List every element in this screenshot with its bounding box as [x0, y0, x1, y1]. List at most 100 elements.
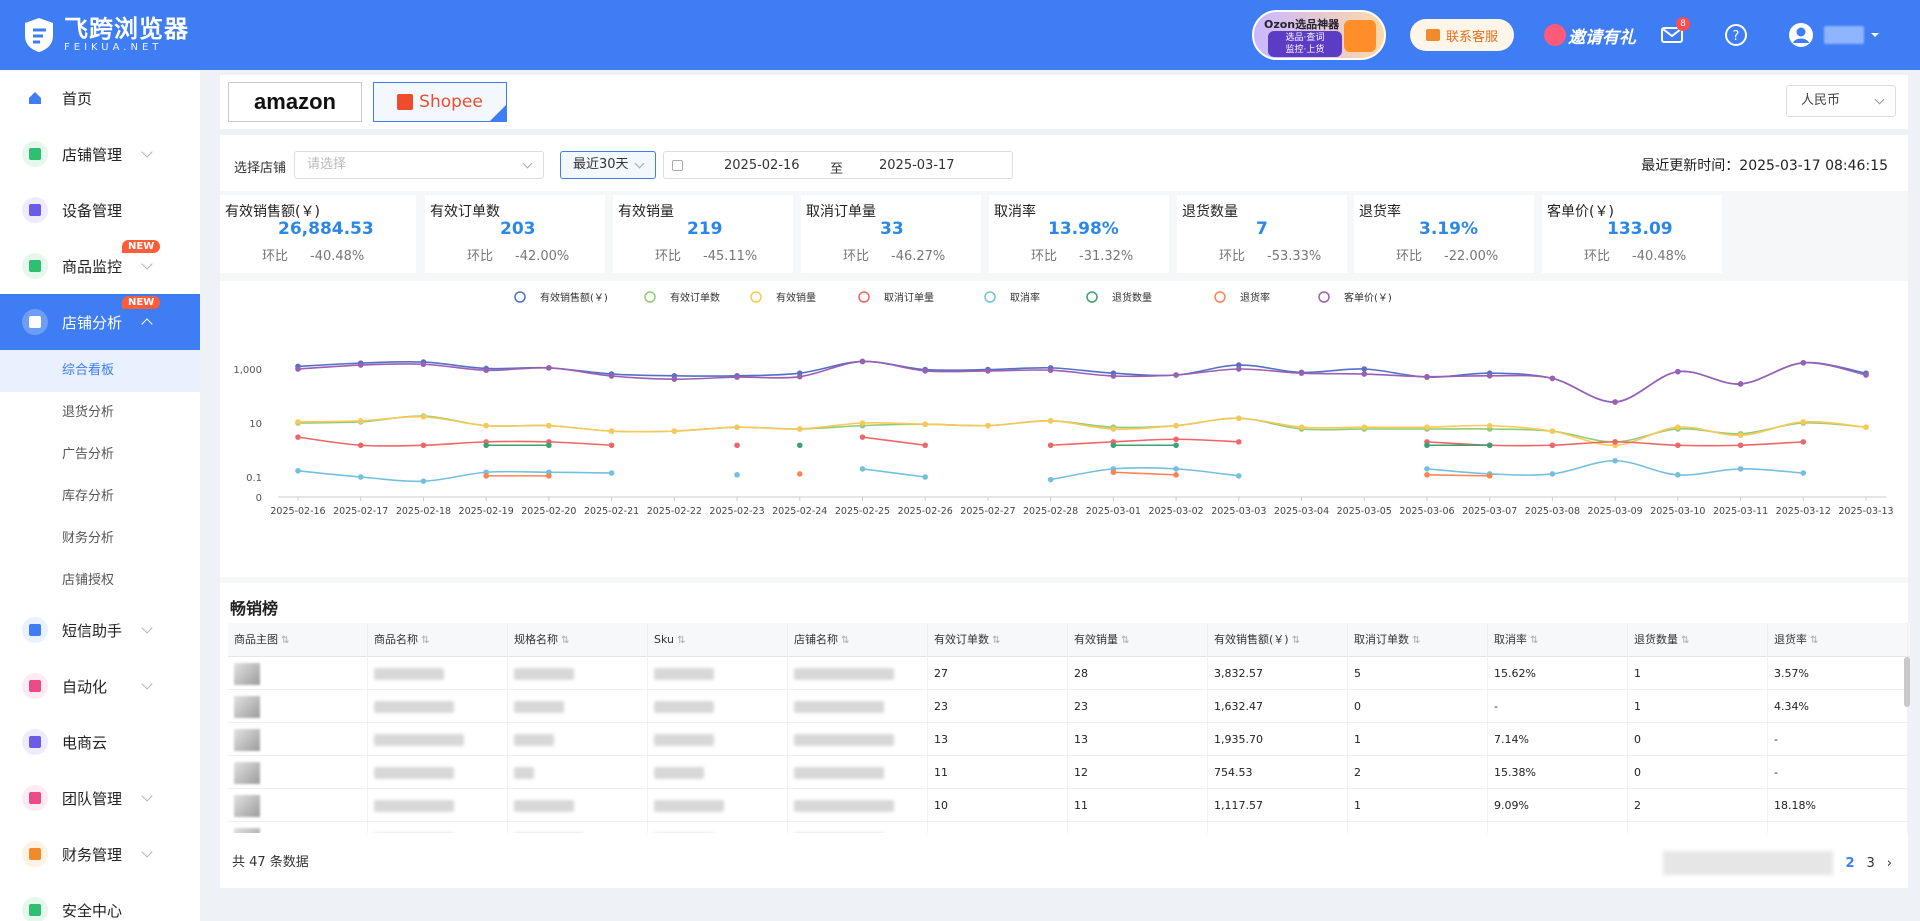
- redacted-cell: [648, 690, 788, 723]
- platform-tab-amazon[interactable]: amazon: [228, 82, 362, 122]
- sidebar-subitem-inventory[interactable]: 库存分析: [0, 476, 200, 518]
- legend-marker: [1086, 291, 1098, 303]
- table-cell: 0: [1628, 756, 1768, 789]
- data-point: [1549, 375, 1556, 382]
- date-range-select[interactable]: 最近30天: [560, 151, 656, 179]
- date-picker[interactable]: 2025-02-16 至 2025-03-17: [663, 151, 1013, 179]
- x-tick-label: 2025-02-20: [521, 506, 576, 517]
- column-header[interactable]: 退货率: [1768, 623, 1908, 658]
- sidebar-item-automation[interactable]: 自动化: [0, 658, 200, 714]
- invite-reward-link[interactable]: 邀请有礼: [1544, 23, 1636, 48]
- sidebar-item-device-management[interactable]: 设备管理: [0, 182, 200, 238]
- sidebar-subitem-authorization[interactable]: 店铺授权: [0, 560, 200, 602]
- x-tick-label: 2025-03-12: [1776, 506, 1831, 517]
- data-point: [1110, 373, 1117, 379]
- sidebar-subitem-finance[interactable]: 财务分析: [0, 518, 200, 560]
- table-row[interactable]: 23 23 1,632.47 0-1 4.34%: [228, 690, 1910, 723]
- table-scrollbar[interactable]: [1904, 657, 1910, 707]
- x-tick-label: 2025-03-08: [1525, 506, 1580, 517]
- logo-title: 飞跨浏览器: [64, 15, 189, 43]
- sidebar-subitem-dashboard[interactable]: 综合看板: [0, 350, 200, 392]
- column-header[interactable]: 有效销量: [1068, 623, 1208, 658]
- data-point: [1110, 442, 1117, 449]
- currency-select[interactable]: 人民币: [1786, 85, 1896, 117]
- platform-tab-shopee[interactable]: Shopee: [373, 82, 507, 122]
- ozon-banner[interactable]: Ozon选品神器 选品·查词 监控·上货: [1251, 10, 1386, 60]
- page-2-button[interactable]: 2: [1845, 856, 1854, 871]
- robot-icon: [22, 673, 48, 699]
- mail-button[interactable]: 8: [1660, 17, 1690, 47]
- redacted-cell: [508, 822, 648, 833]
- kpi-card-units[interactable]: 有效销量 219 环比 -45.11%: [613, 195, 793, 273]
- x-tick-label: 2025-03-04: [1274, 506, 1329, 517]
- column-header[interactable]: 规格名称: [508, 623, 648, 658]
- sidebar-item-ecommerce-cloud[interactable]: 电商云: [0, 714, 200, 770]
- column-header[interactable]: Sku: [648, 623, 788, 658]
- logo[interactable]: 飞跨浏览器 FEIKUA.NET: [22, 16, 189, 54]
- legend-label: 客单价(￥): [1344, 291, 1392, 304]
- sidebar-item-product-monitor[interactable]: 商品监控 NEW: [0, 238, 200, 294]
- data-point: [483, 442, 489, 449]
- data-point: [295, 366, 301, 372]
- redacted-cell: [788, 723, 928, 756]
- table-cell: 13: [928, 723, 1068, 756]
- sidebar-item-store-analysis[interactable]: 店铺分析 NEW: [0, 294, 200, 350]
- table-row[interactable]: 11 12 754.53 2 15.38% 0-: [228, 756, 1910, 789]
- data-point: [1047, 442, 1054, 449]
- kpi-card-cancelled[interactable]: 取消订单量 33 环比 -46.27%: [801, 195, 981, 273]
- contact-service-button[interactable]: 联系客服: [1409, 19, 1514, 51]
- kpi-value: 3.19%: [1419, 219, 1478, 239]
- sidebar-item-home[interactable]: 首页: [0, 70, 200, 126]
- table-cell: [1628, 822, 1768, 833]
- column-header[interactable]: 退货数量: [1628, 623, 1768, 658]
- column-header[interactable]: 取消订单数: [1348, 623, 1488, 658]
- kpi-card-sales[interactable]: 有效销售额(￥) 26,884.53 环比 -40.48%: [220, 195, 416, 273]
- redacted-cell: [648, 657, 788, 690]
- table-cell: 4.34%: [1768, 690, 1908, 723]
- kpi-value: 219: [687, 219, 723, 239]
- sidebar-item-sms-assistant[interactable]: 短信助手: [0, 602, 200, 658]
- help-button[interactable]: ?: [1724, 23, 1748, 47]
- table-row[interactable]: 10 11 1,117.57 1 9.09% 2 18.18%: [228, 789, 1910, 822]
- table-row[interactable]: 27 28 3,832.57 5 15.62% 1 3.57%: [228, 657, 1910, 690]
- next-page-icon[interactable]: ›: [1887, 856, 1892, 871]
- store-select[interactable]: 请选择: [294, 151, 544, 179]
- kpi-card-returns[interactable]: 退货数量 7 环比 -53.33%: [1177, 195, 1347, 273]
- kpi-card-avg-order[interactable]: 客单价(￥) 133.09 环比 -40.48%: [1542, 195, 1722, 273]
- caret-down-icon: [1871, 33, 1879, 37]
- kpi-value: 26,884.53: [278, 219, 374, 239]
- sidebar-item-security-center[interactable]: 安全中心: [0, 882, 200, 921]
- data-point: [420, 413, 427, 420]
- column-header[interactable]: 有效销售额(￥): [1208, 623, 1348, 658]
- redacted-cell: [788, 657, 928, 690]
- main-panel: 选择店铺 请选择 最近30天 2025-02-16 至 2025-03-17 最…: [220, 135, 1910, 888]
- x-tick-label: 2025-02-19: [459, 506, 514, 517]
- column-header[interactable]: 店铺名称: [788, 623, 928, 658]
- kpi-card-cancel-rate[interactable]: 取消率 13.98% 环比 -31.32%: [989, 195, 1169, 273]
- sidebar-item-store-management[interactable]: 店铺管理: [0, 126, 200, 182]
- sidebar-subitem-returns[interactable]: 退货分析: [0, 392, 200, 434]
- product-image: [228, 789, 368, 822]
- column-header[interactable]: 商品名称: [368, 623, 508, 658]
- column-header[interactable]: 有效订单数: [928, 623, 1068, 658]
- data-point: [796, 442, 803, 449]
- sidebar-item-finance-management[interactable]: 财务管理: [0, 826, 200, 882]
- y-tick-label: 0.1: [246, 473, 262, 484]
- user-menu[interactable]: [1788, 22, 1880, 48]
- table-row[interactable]: 13 13 1,935.70 1 7.14% 0-: [228, 723, 1910, 756]
- page-3-button[interactable]: 3: [1867, 856, 1875, 871]
- data-point: [1047, 418, 1054, 424]
- column-header[interactable]: 商品主图: [228, 623, 368, 658]
- column-header[interactable]: 取消率: [1488, 623, 1628, 658]
- data-point: [1236, 366, 1242, 372]
- data-point: [1361, 371, 1368, 377]
- kpi-value: 33: [880, 219, 904, 239]
- kpi-card-return-rate[interactable]: 退货率 3.19% 环比 -22.00%: [1354, 195, 1534, 273]
- data-point: [1424, 442, 1430, 449]
- kpi-card-orders[interactable]: 有效订单数 203 环比 -42.00%: [425, 195, 605, 273]
- table-row[interactable]: 11111,834.7918.33%: [228, 822, 1910, 833]
- legend-label: 取消订单量: [884, 291, 934, 304]
- sidebar-subitem-ads[interactable]: 广告分析: [0, 434, 200, 476]
- sidebar-item-team-management[interactable]: 团队管理: [0, 770, 200, 826]
- legend-marker: [514, 291, 526, 303]
